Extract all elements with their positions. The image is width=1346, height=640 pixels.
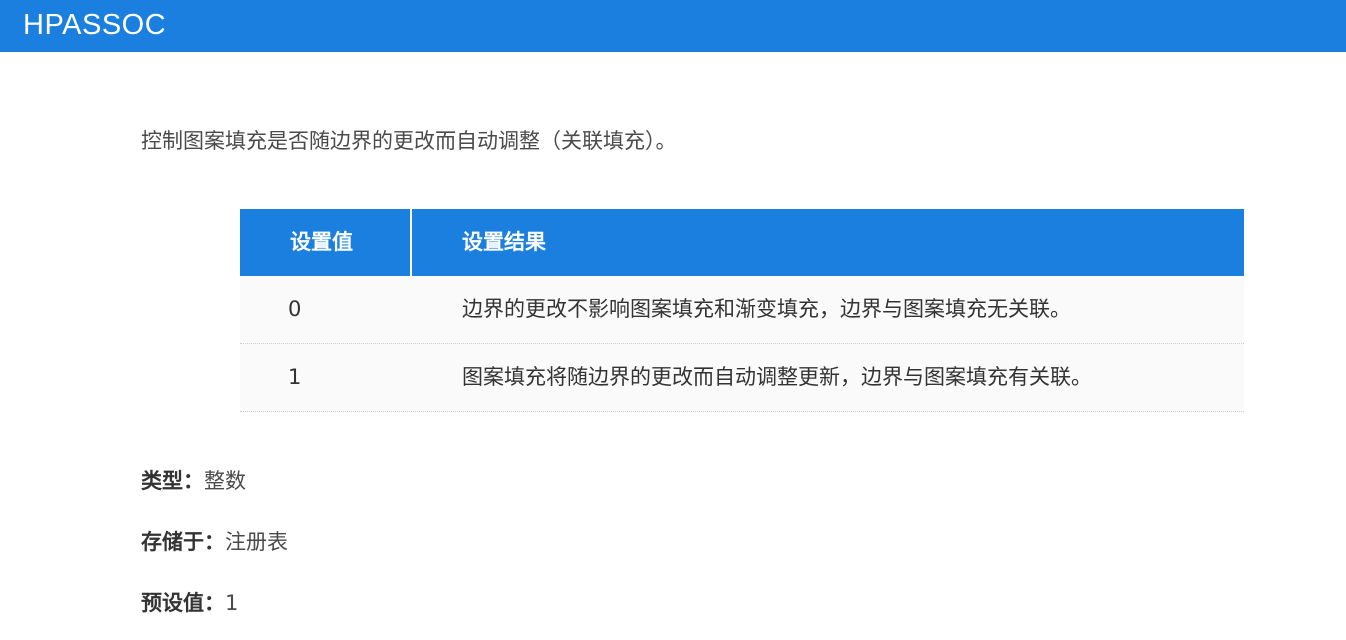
table-row: 1 图案填充将随边界的更改而自动调整更新，边界与图案填充有关联。 xyxy=(240,344,1244,412)
stored-in-label: 存储于： xyxy=(141,530,225,554)
type-value: 整数 xyxy=(204,469,246,493)
page-title: HPASSOC xyxy=(23,9,167,41)
table-row: 0 边界的更改不影响图案填充和渐变填充，边界与图案填充无关联。 xyxy=(240,276,1244,344)
column-header-result: 设置结果 xyxy=(462,230,546,254)
default-field: 预设值：1 xyxy=(141,588,238,618)
type-field: 类型：整数 xyxy=(141,466,246,496)
type-label: 类型： xyxy=(141,469,204,493)
row-value-cell: 1 xyxy=(288,365,302,389)
stored-in-field: 存储于：注册表 xyxy=(141,527,288,557)
default-label: 预设值： xyxy=(141,591,225,615)
row-result-cell: 图案填充将随边界的更改而自动调整更新，边界与图案填充有关联。 xyxy=(462,365,1092,389)
description-text: 控制图案填充是否随边界的更改而自动调整（关联填充）。 xyxy=(141,129,677,153)
table-header: 设置值 设置结果 xyxy=(240,209,1244,276)
column-header-value: 设置值 xyxy=(240,209,412,276)
row-value-cell: 0 xyxy=(288,297,302,321)
settings-table: 设置值 设置结果 0 边界的更改不影响图案填充和渐变填充，边界与图案填充无关联。… xyxy=(240,209,1244,412)
row-result-cell: 边界的更改不影响图案填充和渐变填充，边界与图案填充无关联。 xyxy=(462,297,1071,321)
default-value: 1 xyxy=(225,591,239,615)
header-bar: HPASSOC xyxy=(0,0,1346,52)
stored-in-value: 注册表 xyxy=(225,530,288,554)
